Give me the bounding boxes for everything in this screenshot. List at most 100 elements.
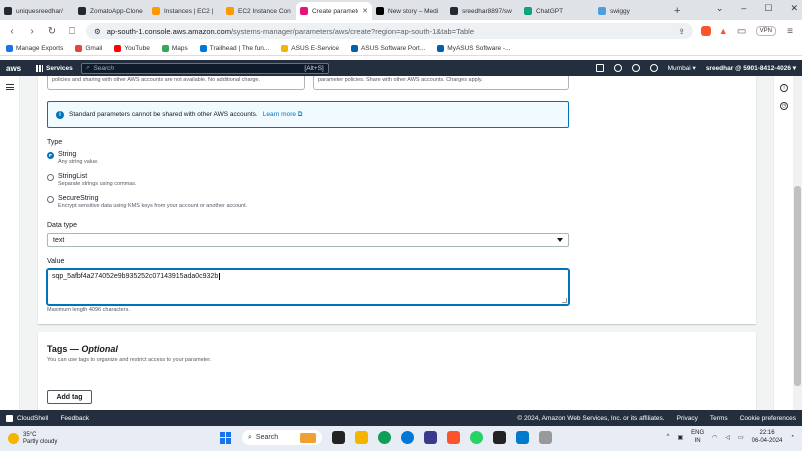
bookmark-favicon-icon	[161, 45, 169, 52]
close-window-button[interactable]: ✕	[790, 3, 798, 14]
scroll-thumb[interactable]	[794, 186, 801, 386]
cookie-preferences-link[interactable]: Cookie preferences	[740, 415, 796, 422]
site-info-icon[interactable]: ⚙	[94, 27, 101, 36]
bookmark-item[interactable]: Trailhead | The fun...	[199, 45, 269, 52]
search-placeholder: Search	[93, 64, 114, 72]
tab-search-icon[interactable]: ⌄	[716, 3, 724, 14]
type-option-securestring[interactable]: SecureString Encrypt sensitive data using…	[47, 195, 247, 209]
settings-icon[interactable]	[649, 64, 658, 72]
help-icon[interactable]	[631, 64, 640, 72]
file-explorer-icon[interactable]	[355, 431, 368, 444]
cloudshell-button[interactable]: CloudShell	[6, 414, 48, 422]
task-view-icon[interactable]	[332, 431, 345, 444]
bookmark-item[interactable]: Gmail	[75, 45, 102, 52]
browser-tab[interactable]: EC2 Instance Con	[222, 2, 296, 20]
camera-icon[interactable]: ▣	[677, 434, 683, 441]
browser-tab[interactable]: uniquesreedhar/	[0, 2, 74, 20]
bookmark-icon[interactable]: ⎕	[66, 26, 78, 37]
edge-icon[interactable]	[378, 431, 391, 444]
tab-favicon-icon	[450, 7, 458, 15]
data-type-select[interactable]: text	[47, 233, 569, 247]
browser-tab[interactable]: ZomatoApp-Clone	[74, 2, 148, 20]
value-textarea[interactable]: sqp_5afbf4a274052e9b935252c07143915ada0c…	[47, 269, 569, 305]
sidebar-icon[interactable]: ▭	[736, 26, 748, 37]
value-hint: Maximum length 4096 characters.	[47, 307, 130, 313]
tutorial-icon[interactable]: ◷	[780, 102, 788, 110]
address-bar: ‹ › ↻ ⎕ ⚙ ap-south-1.console.aws.amazon.…	[0, 20, 802, 42]
notifications-icon[interactable]	[613, 64, 622, 72]
bookmark-item[interactable]: YouTube	[114, 45, 150, 52]
share-icon[interactable]: ⇪	[678, 27, 684, 36]
aws-logo[interactable]: aws	[6, 64, 28, 73]
aws-search-input[interactable]: ⌕ Search [Alt+S]	[80, 62, 329, 74]
brave-shields-icon[interactable]	[700, 26, 711, 36]
url-input[interactable]: ⚙ ap-south-1.console.aws.amazon.com/syst…	[86, 23, 693, 39]
services-menu[interactable]: Services	[36, 64, 73, 72]
bookmark-item[interactable]: ASUS Software Port...	[350, 45, 425, 52]
hamburger-icon[interactable]	[6, 84, 14, 90]
app-icon[interactable]	[424, 431, 437, 444]
volume-icon[interactable]: ◁	[725, 434, 730, 441]
radio-string[interactable]	[47, 152, 54, 159]
settings-app-icon[interactable]	[539, 431, 552, 444]
feedback-link[interactable]: Feedback	[60, 415, 89, 422]
language-indicator[interactable]: ENG IN	[691, 429, 704, 445]
learn-more-link[interactable]: Learn more ⧉	[263, 111, 303, 119]
resize-handle[interactable]	[562, 298, 567, 303]
region-selector[interactable]: Mumbai ▾	[668, 64, 696, 72]
browser-icon[interactable]	[401, 431, 414, 444]
bookmark-favicon-icon	[6, 45, 13, 52]
notification-bell-icon[interactable]: ◔	[790, 434, 794, 440]
wifi-icon[interactable]: ◠	[712, 434, 717, 441]
type-option-stringlist[interactable]: StringList Separate strings using commas.	[47, 173, 137, 187]
taskbar-search[interactable]: ⌕ Search	[242, 430, 322, 445]
bookmark-label: ASUS E-Service	[291, 45, 339, 52]
new-tab-button[interactable]: +	[668, 2, 686, 20]
tier-advanced-card[interactable]: parameter policies. Share with other AWS…	[313, 76, 569, 90]
privacy-link[interactable]: Privacy	[677, 415, 698, 422]
whatsapp-icon[interactable]	[470, 431, 483, 444]
tab-favicon-icon	[300, 7, 308, 15]
system-tray: ^ ▣ ENG IN ◠ ◁ ▭ 22:16 06-04-2024 ◔	[667, 429, 794, 445]
browser-tab[interactable]: swiggy	[594, 2, 668, 20]
bookmark-item[interactable]: Maps	[161, 45, 188, 52]
chevron-up-icon[interactable]: ^	[667, 434, 670, 440]
radio-securestring[interactable]	[47, 196, 54, 203]
terms-link[interactable]: Terms	[710, 415, 728, 422]
type-option-string[interactable]: String Any string value.	[47, 151, 99, 165]
vscode-icon[interactable]	[516, 431, 529, 444]
menu-icon[interactable]: ≡	[784, 26, 796, 37]
windows-start-icon[interactable]	[220, 431, 232, 444]
minimize-button[interactable]: –	[741, 3, 746, 14]
browser-tab[interactable]: Instances | EC2 |	[148, 2, 222, 20]
browser-tab[interactable]: ChatGPT	[520, 2, 594, 20]
back-icon[interactable]: ‹	[6, 26, 18, 37]
terminal-icon[interactable]	[493, 431, 506, 444]
page-scrollbar[interactable]	[793, 76, 802, 410]
forward-icon[interactable]: ›	[26, 26, 38, 37]
bookmark-item[interactable]: Manage Exports	[6, 45, 63, 52]
browser-tab[interactable]: New story – Medi	[372, 2, 446, 20]
brave-icon[interactable]	[447, 431, 460, 444]
type-label: Type	[47, 139, 63, 146]
cloudshell-icon[interactable]	[595, 64, 604, 72]
battery-icon[interactable]: ▭	[738, 434, 744, 441]
bookmark-item[interactable]: MyASUS Software -...	[437, 45, 511, 52]
bookmark-item[interactable]: ASUS E-Service	[281, 45, 339, 52]
add-tag-button[interactable]: Add tag	[47, 390, 92, 404]
reload-icon[interactable]: ↻	[46, 26, 58, 37]
account-menu[interactable]: sreedhar @ 5901-8412-4026 ▾	[706, 64, 796, 72]
weather-widget[interactable]: 35°C Partly cloudy	[8, 432, 88, 446]
info-panel-icon[interactable]: i	[780, 84, 788, 92]
clock[interactable]: 22:16 06-04-2024	[752, 429, 783, 445]
tab-title: ChatGPT	[536, 7, 564, 15]
tier-standard-card[interactable]: policies and sharing with other AWS acco…	[47, 76, 305, 90]
close-tab-icon[interactable]: ✕	[362, 7, 368, 15]
browser-tab[interactable]: Create paramete ✕	[296, 2, 372, 20]
url-host: ap-south-1.console.aws.amazon.com	[106, 26, 231, 36]
browser-tab[interactable]: sreedhar8897/sw	[446, 2, 520, 20]
vpn-button[interactable]: VPN	[755, 26, 776, 36]
brave-rewards-icon[interactable]: ▲	[719, 26, 728, 36]
maximize-button[interactable]: ☐	[764, 3, 772, 14]
radio-stringlist[interactable]	[47, 174, 54, 181]
